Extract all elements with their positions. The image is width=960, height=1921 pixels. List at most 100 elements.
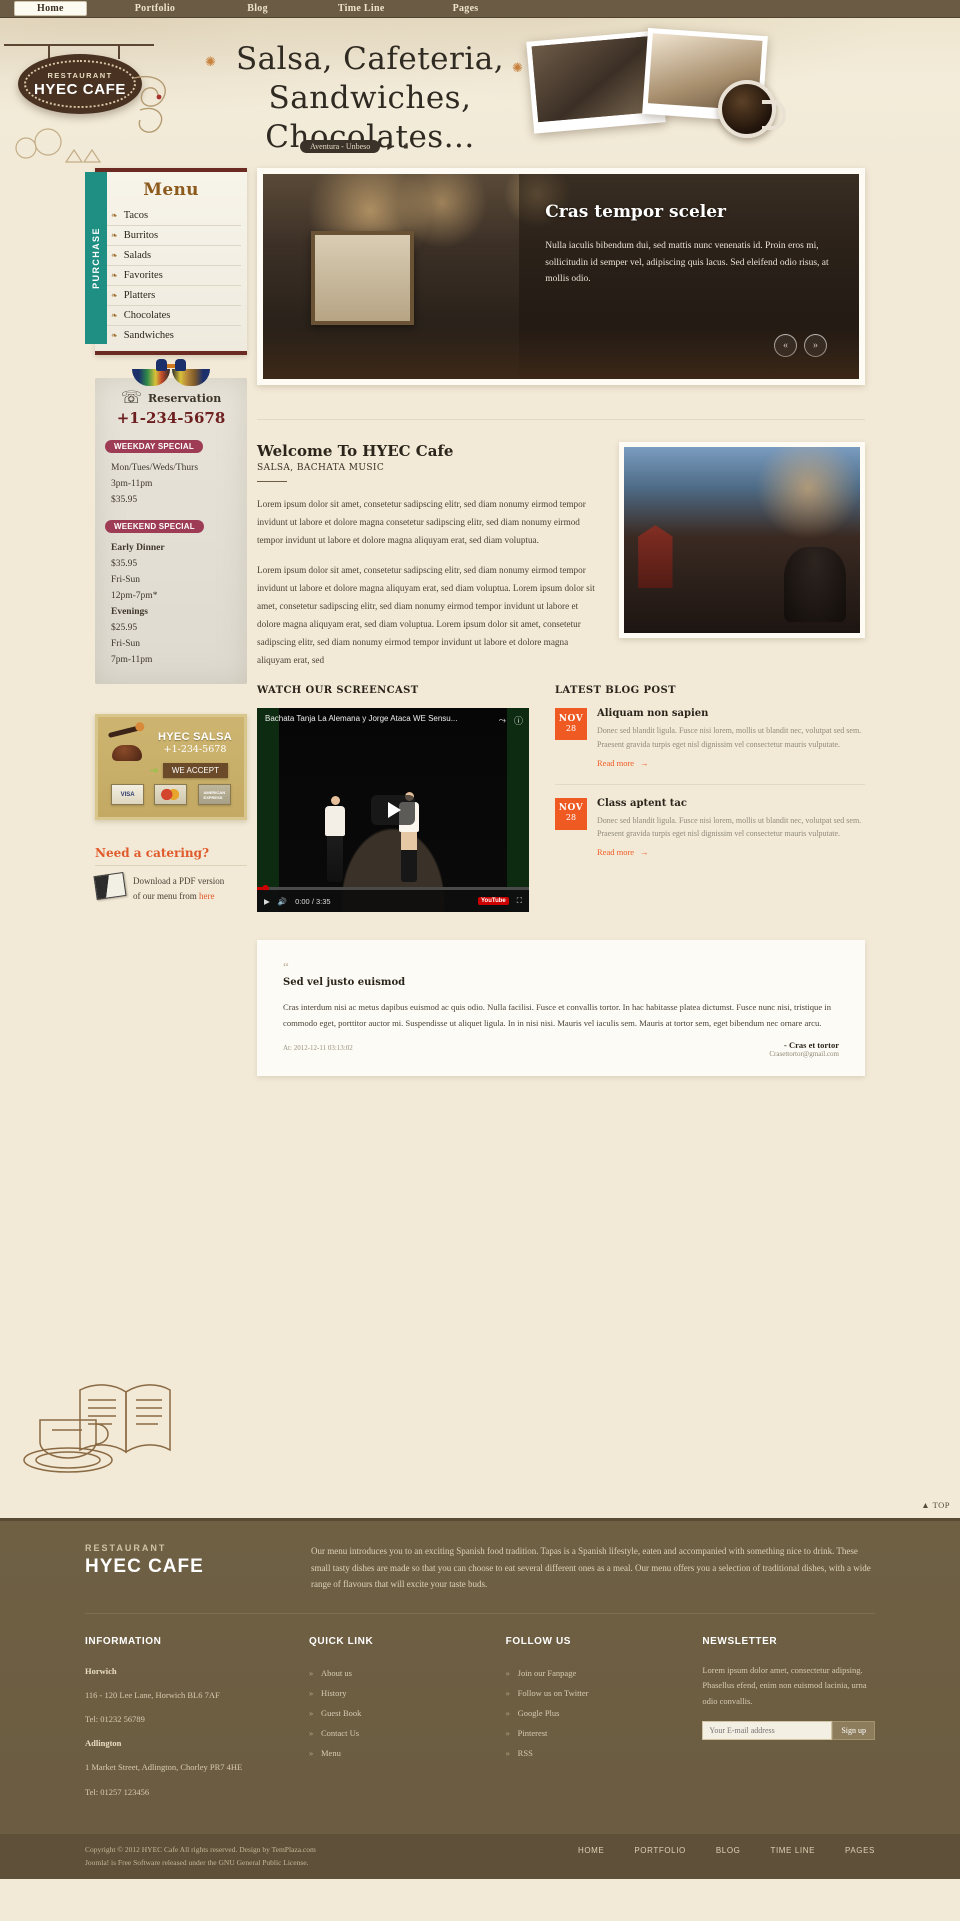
footer-follow-us-column: FOLLOW US Join our Fanpage Follow us on … xyxy=(506,1636,679,1808)
audio-play-stop-icon[interactable]: ▶ ■ xyxy=(387,142,412,151)
read-more-label: Read more xyxy=(597,846,635,857)
blog-read-more-link[interactable]: Read more → xyxy=(597,758,649,768)
leaf-icon: ❧ xyxy=(111,311,118,320)
blog-post-item: NOV 28 Class aptent tac Donec sed blandi… xyxy=(555,797,865,873)
audio-player[interactable]: Aventura - Unbeso ▶ ■ xyxy=(300,140,412,153)
weekend-special-line: Early Dinner xyxy=(111,543,165,553)
menu-item-favorites[interactable]: ❧ Favorites xyxy=(101,266,241,286)
newsletter-email-input[interactable] xyxy=(702,1720,833,1740)
footer-brand: RESTAURANT HYEC CAFE xyxy=(85,1543,285,1593)
blog-post-excerpt: Donec sed blandit ligula. Fusce nisi lor… xyxy=(597,815,862,839)
amex-card-icon: AMERICAN EXPRESS xyxy=(197,784,231,805)
video-player[interactable]: Bachata Tanja La Alemana y Jorge Ataca W… xyxy=(257,708,529,913)
slider-prev-icon[interactable]: « xyxy=(774,334,797,357)
dancer-legs xyxy=(401,832,417,883)
weekend-special-line: Evenings xyxy=(111,607,148,617)
catering-text-line2: of our menu from xyxy=(133,890,199,901)
leaf-icon: ❧ xyxy=(111,251,118,260)
cup-and-book-icon xyxy=(23,1384,171,1473)
footer-link-rss[interactable]: RSS xyxy=(506,1743,679,1763)
header-tagline-line1: Salsa, Cafeteria, xyxy=(235,41,505,77)
purchase-tab[interactable]: PURCHASE xyxy=(85,172,107,344)
volume-icon[interactable]: 🔊 xyxy=(278,897,287,906)
testimonial-card: “ Sed vel justo euismod Cras interdum ni… xyxy=(257,940,865,1077)
slider-next-icon[interactable]: » xyxy=(804,334,827,357)
footer-nav-pages[interactable]: PAGES xyxy=(845,1846,875,1855)
testimonial-author: - Cras et tortor xyxy=(784,1040,839,1051)
telephone-icon: ☏ xyxy=(120,388,142,407)
menu-item-salads[interactable]: ❧ Salads xyxy=(101,246,241,266)
nav-item-home[interactable]: Home xyxy=(14,1,87,16)
footer-link-history[interactable]: History xyxy=(309,1683,482,1703)
purchase-tab-label: PURCHASE xyxy=(91,227,101,289)
footer-link-contact-us[interactable]: Contact Us xyxy=(309,1723,482,1743)
reservation-phone[interactable]: +1-234-5678 xyxy=(105,409,237,427)
content-wrapper: PURCHASE Menu ❧ Tacos ❧ Burritos ❧ Salad… xyxy=(85,168,875,1328)
quote-mark-icon: “ xyxy=(283,959,289,975)
welcome-paragraph-1: Lorem ipsum dolor sit amet, consetetur s… xyxy=(257,499,586,545)
leaf-icon: ❧ xyxy=(111,271,118,280)
blog-post-title[interactable]: Aliquam non sapien xyxy=(597,708,865,719)
blog-post-item: NOV 28 Aliquam non sapien Donec sed blan… xyxy=(555,708,865,785)
footer-info-line: 116 - 120 Lee Lane, Horwich BL6 7AF xyxy=(85,1690,220,1701)
menu-item-burritos[interactable]: ❧ Burritos xyxy=(101,226,241,246)
blog-read-more-link[interactable]: Read more → xyxy=(597,847,649,857)
page-body: PURCHASE Menu ❧ Tacos ❧ Burritos ❧ Salad… xyxy=(0,168,960,1880)
footer-link-menu[interactable]: Menu xyxy=(309,1743,482,1763)
green-arrow-icon: ➜ xyxy=(149,765,159,777)
menu-item-sandwiches[interactable]: ❧ Sandwiches xyxy=(101,326,241,345)
welcome-image xyxy=(619,442,865,638)
weekend-special-line: 12pm-7pm* xyxy=(111,591,158,601)
footer-nav-home[interactable]: HOME xyxy=(578,1846,604,1855)
menu-item-label: Tacos xyxy=(123,210,149,221)
play-triangle-icon xyxy=(388,802,401,819)
footer-link-fanpage[interactable]: Join our Fanpage xyxy=(506,1663,679,1683)
footer-link-pinterest[interactable]: Pinterest xyxy=(506,1723,679,1743)
catering-heading: Need a catering? xyxy=(95,846,210,860)
menu-item-chocolates[interactable]: ❧ Chocolates xyxy=(101,306,241,326)
weekend-special-line: 7pm-11pm xyxy=(111,655,153,665)
header-tagline: Salsa, Cafeteria, Sandwiches, Chocolates… xyxy=(180,40,560,156)
footer-nav-portfolio[interactable]: PORTFOLIO xyxy=(634,1846,685,1855)
salsa-promo-phone[interactable]: +1-234-5678 xyxy=(154,744,236,755)
site-header: RESTAURANT HYEC CAFE ✺ ✺ Salsa, Cafeteri… xyxy=(0,18,960,168)
leaf-icon: ❧ xyxy=(111,331,118,340)
nav-item-timeline[interactable]: Time Line xyxy=(328,1,395,16)
reservation-widget: ☏ Reservation +1-234-5678 WEEKDAY SPECIA… xyxy=(95,378,247,684)
payment-cards: VISA AMERICAN EXPRESS xyxy=(106,784,236,805)
weekday-special-badge: WEEKDAY SPECIAL xyxy=(105,440,203,453)
menu-item-platters[interactable]: ❧ Platters xyxy=(101,286,241,306)
share-icon[interactable]: ⤳ xyxy=(499,715,506,726)
reservation-header: ☏ Reservation xyxy=(105,388,237,408)
footer-navigation: HOME PORTFOLIO BLOG TIME LINE PAGES xyxy=(578,1844,875,1855)
fullscreen-icon[interactable]: ⛶ xyxy=(517,896,522,906)
footer-nav-blog[interactable]: BLOG xyxy=(716,1846,741,1855)
logo-restaurant-word: RESTAURANT xyxy=(47,70,113,80)
nav-item-blog[interactable]: Blog xyxy=(237,1,278,16)
dancer-figure-left xyxy=(325,796,345,883)
header-doodle-icons xyxy=(15,128,102,163)
weekend-special-line: Fri-Sun xyxy=(111,575,141,585)
nav-item-portfolio[interactable]: Portfolio xyxy=(125,1,185,16)
youtube-logo-icon[interactable]: YouTube xyxy=(477,897,509,906)
video-play-button[interactable] xyxy=(371,795,415,826)
footer-link-twitter[interactable]: Follow us on Twitter xyxy=(506,1683,679,1703)
back-to-top-link[interactable]: ▲ TOP xyxy=(921,1500,950,1510)
nav-item-pages[interactable]: Pages xyxy=(443,1,489,16)
footer-nav-timeline[interactable]: TIME LINE xyxy=(770,1846,815,1855)
newsletter-signup-button[interactable]: Sign up xyxy=(832,1720,876,1740)
arrow-right-icon: → xyxy=(640,846,649,857)
blog-date-badge: NOV 28 xyxy=(555,797,587,830)
catering-download-link[interactable]: here xyxy=(199,891,215,901)
footer-information-heading: INFORMATION xyxy=(85,1635,162,1647)
menu-item-label: Favorites xyxy=(123,270,163,281)
site-logo[interactable]: RESTAURANT HYEC CAFE xyxy=(4,44,154,114)
footer-link-google-plus[interactable]: Google Plus xyxy=(506,1703,679,1723)
phone-body xyxy=(112,745,142,761)
footer-link-guest-book[interactable]: Guest Book xyxy=(309,1703,482,1723)
footer-link-about-us[interactable]: About us xyxy=(309,1663,482,1683)
blog-post-title[interactable]: Class aptent tac xyxy=(597,798,865,809)
video-play-icon[interactable]: ▶ xyxy=(264,897,270,906)
info-icon[interactable]: ⓘ xyxy=(514,714,523,727)
menu-item-tacos[interactable]: ❧ Tacos xyxy=(101,206,241,226)
